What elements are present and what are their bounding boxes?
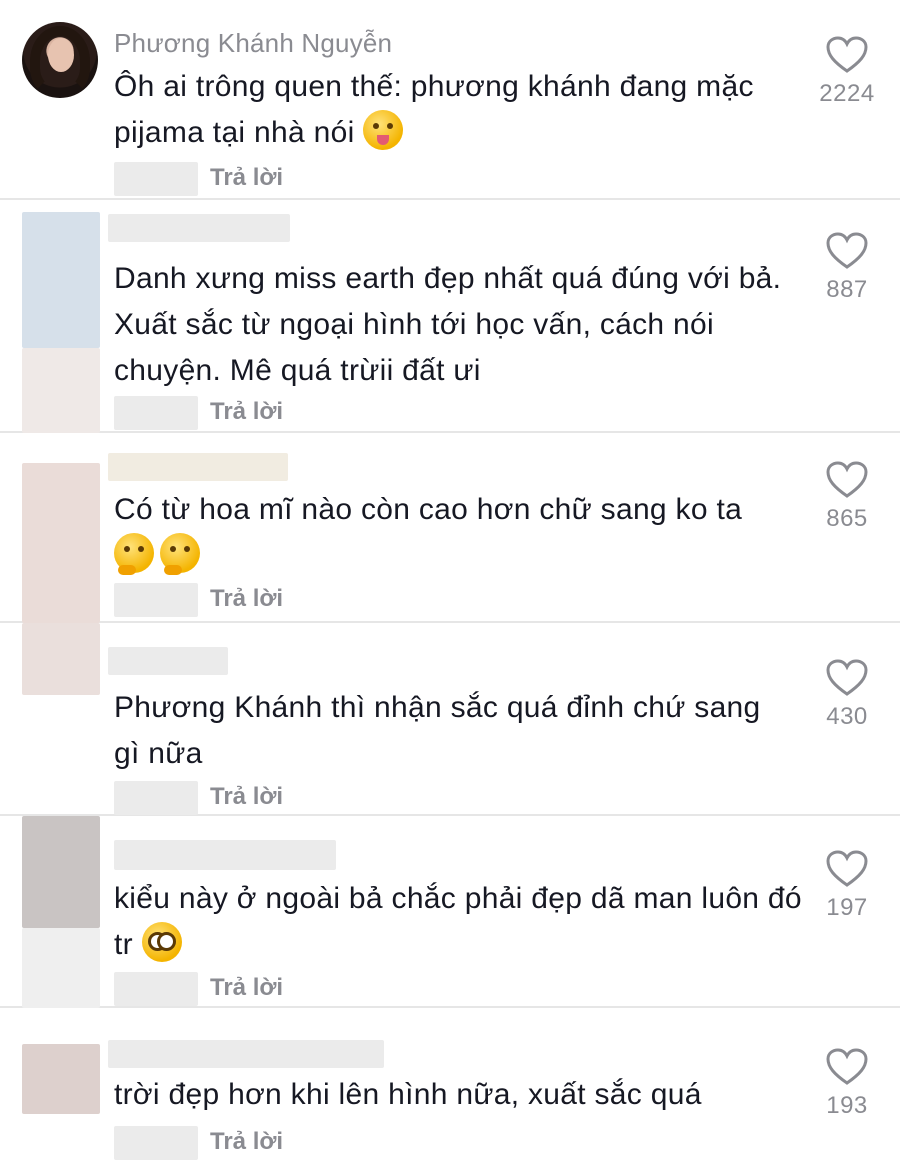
comment-username[interactable]: Phương Khánh Nguyễn: [114, 28, 392, 59]
user-avatar[interactable]: [22, 22, 98, 98]
comment-item: Có từ hoa mĩ nào còn cao hơn chữ sang ko…: [0, 433, 900, 623]
like-button[interactable]: 887: [804, 232, 890, 304]
reply-button[interactable]: Trả lời: [210, 1128, 283, 1156]
redacted-avatar: [22, 623, 100, 695]
thinking-face-emoji: [114, 533, 154, 575]
comment-text: Danh xưng miss earth đẹp nhất quá đúng v…: [114, 262, 782, 387]
redacted-username: [114, 840, 336, 870]
tongue-wink-emoji: [363, 110, 404, 150]
comment-text: trời đẹp hơn khi lên hình nữa, xuất sắc …: [114, 1078, 702, 1111]
comment-item: Danh xưng miss earth đẹp nhất quá đúng v…: [0, 200, 900, 433]
reply-button[interactable]: Trả lời: [210, 783, 283, 811]
like-count: 193: [826, 1092, 868, 1119]
like-button[interactable]: 193: [804, 1048, 890, 1120]
redacted-avatar: [22, 1044, 100, 1114]
redacted-username: [108, 453, 288, 481]
comment-item: Phương Khánh Nguyễn Ôh ai trông quen thế…: [0, 0, 900, 200]
flushed-face-emoji: [141, 922, 182, 962]
like-button[interactable]: 2224: [804, 36, 890, 108]
redacted-username: [108, 214, 290, 242]
reply-button[interactable]: Trả lời: [210, 585, 283, 613]
heart-outline-icon: [826, 850, 868, 887]
like-button[interactable]: 865: [804, 461, 890, 533]
comment-item: Phương Khánh thì nhận sắc quá đỉnh chứ s…: [0, 623, 900, 816]
like-count: 2224: [819, 80, 875, 107]
comment-item: kiểu này ở ngoài bả chắc phải đẹp dã man…: [0, 816, 900, 1008]
reply-button[interactable]: Trả lời: [210, 974, 283, 1002]
comment-text: Có từ hoa mĩ nào còn cao hơn chữ sang ko…: [114, 487, 804, 579]
comment-text-content: Ôh ai trông quen thế: phương khánh đang …: [114, 70, 754, 149]
comment-text: kiểu này ở ngoài bả chắc phải đẹp dã man…: [114, 876, 804, 968]
comment-feed: Phương Khánh Nguyễn Ôh ai trông quen thế…: [0, 0, 900, 1163]
redacted-timestamp: [114, 162, 198, 196]
thinking-face-emoji: [160, 533, 200, 575]
redacted-username: [108, 1040, 384, 1068]
comment-text: Phương Khánh thì nhận sắc quá đỉnh chứ s…: [114, 691, 761, 770]
redacted-avatar-lower: [22, 348, 100, 433]
like-count: 887: [826, 276, 868, 303]
redacted-avatar: [22, 463, 100, 623]
redacted-avatar: [22, 816, 100, 928]
redacted-timestamp: [114, 583, 198, 617]
comment-text-content: Có từ hoa mĩ nào còn cao hơn chữ sang ko…: [114, 493, 743, 526]
reply-button[interactable]: Trả lời: [210, 398, 283, 426]
comment-item: trời đẹp hơn khi lên hình nữa, xuất sắc …: [0, 1008, 900, 1163]
redacted-timestamp: [114, 1126, 198, 1160]
redacted-timestamp: [114, 972, 198, 1006]
reply-button[interactable]: Trả lời: [210, 164, 283, 192]
heart-outline-icon: [826, 461, 868, 498]
redacted-avatar-lower: [22, 928, 100, 1008]
heart-outline-icon: [826, 659, 868, 696]
heart-outline-icon: [826, 1048, 868, 1085]
redacted-avatar: [22, 212, 100, 348]
heart-outline-icon: [826, 36, 868, 73]
redacted-username: [108, 647, 228, 675]
redacted-timestamp: [114, 396, 198, 430]
like-count: 197: [826, 894, 868, 921]
comment-text-content: kiểu này ở ngoài bả chắc phải đẹp dã man…: [114, 882, 802, 961]
like-count: 430: [826, 703, 868, 730]
like-count: 865: [826, 505, 868, 532]
comment-text: Ôh ai trông quen thế: phương khánh đang …: [114, 64, 804, 156]
heart-outline-icon: [826, 232, 868, 269]
like-button[interactable]: 197: [804, 850, 890, 922]
redacted-timestamp: [114, 781, 198, 815]
like-button[interactable]: 430: [804, 659, 890, 731]
